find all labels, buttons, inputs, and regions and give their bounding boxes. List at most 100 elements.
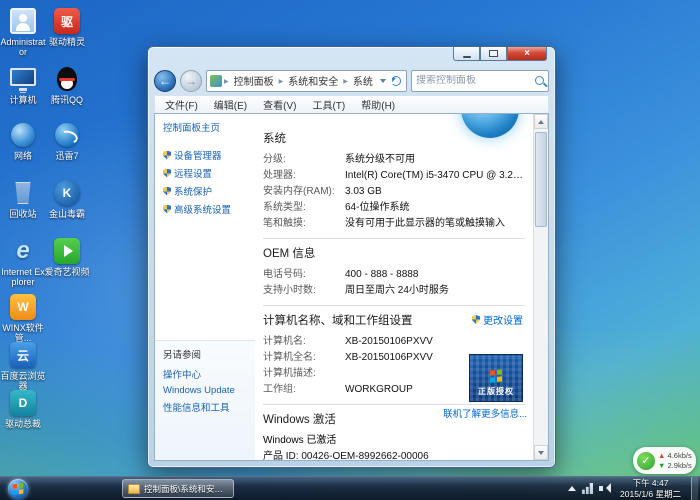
download-arrow-icon: ▼	[658, 461, 665, 470]
back-button[interactable]: ←	[154, 70, 176, 92]
hidden-icons-arrow-icon[interactable]	[568, 486, 576, 491]
sidebar-item-advanced-settings[interactable]: 高级系统设置	[163, 202, 255, 216]
desktop-icon-driver-genius[interactable]: 驱 驱动精灵	[44, 6, 90, 47]
sidebar: 控制面板主页 设备管理器 远程设置 系统保护	[155, 114, 255, 460]
qq-penguin-icon	[57, 67, 77, 91]
sidebar-item-device-manager[interactable]: 设备管理器	[163, 148, 255, 162]
video-play-icon	[54, 238, 80, 264]
network-tray-icon[interactable]	[582, 483, 593, 494]
sidebar-item-performance-tools[interactable]: 性能信息和工具	[163, 400, 255, 414]
menu-tools[interactable]: 工具(T)	[304, 97, 353, 112]
desktop-icon-label: 腾讯QQ	[44, 95, 90, 105]
forward-button[interactable]: →	[180, 70, 202, 92]
row-label: 工作组:	[263, 382, 345, 398]
desktop-icon-administrator[interactable]: Administrator	[0, 6, 46, 58]
change-settings-label: 更改设置	[483, 312, 523, 327]
desktop: Administrator 驱 驱动精灵 计算机 腾讯QQ 网络 迅雷7 回收站…	[0, 0, 700, 500]
row-ram: 安装内存(RAM): 3.03 GB	[263, 184, 525, 200]
scroll-up-button[interactable]	[534, 114, 548, 129]
close-button[interactable]: ×	[507, 47, 547, 61]
speed-readout: ▲ 4.6kb/s ▼ 2.9kb/s	[658, 451, 692, 471]
desktop-icon-baidu-browser[interactable]: 云 百度云浏览器	[0, 340, 46, 392]
search-input[interactable]	[416, 75, 526, 86]
sidebar-item-remote-settings[interactable]: 远程设置	[163, 166, 255, 180]
row-label: 计算机描述:	[263, 366, 345, 382]
minimize-icon	[463, 56, 471, 58]
row-value: XB-20150106PXVV	[345, 334, 433, 350]
scroll-down-icon	[538, 451, 544, 455]
volume-tray-icon[interactable]	[599, 483, 610, 494]
upload-arrow-icon: ▲	[658, 451, 665, 460]
genuine-badge-label: 正版授权	[478, 386, 514, 397]
show-desktop-button[interactable]	[691, 477, 698, 500]
learn-more-link[interactable]: 联机了解更多信息...	[443, 406, 527, 420]
taskbar-window-label: 控制面板\系统和安全\系统	[144, 483, 228, 495]
desktop-icon-ie[interactable]: e Internet Explorer	[0, 236, 46, 288]
row-value: WORKGROUP	[345, 382, 413, 398]
row-product-id: 产品 ID: 00426-OEM-8992662-00006	[263, 449, 525, 460]
search-icon[interactable]	[535, 76, 544, 85]
start-button[interactable]	[8, 479, 28, 499]
address-dropdown-icon[interactable]	[380, 79, 386, 83]
desktop-icon-label: 驱动精灵	[44, 37, 90, 47]
menu-help[interactable]: 帮助(H)	[353, 97, 403, 112]
sidebar-item-action-center[interactable]: 操作中心	[163, 367, 255, 381]
recycle-bin-icon	[14, 182, 32, 204]
scrollbar-thumb[interactable]	[535, 132, 547, 227]
sidebar-item-system-protection[interactable]: 系统保护	[163, 184, 255, 198]
maximize-button[interactable]	[480, 47, 507, 61]
computer-icon	[10, 68, 36, 86]
see-also-section: 另请参阅 操作中心 Windows Update 性能信息和工具	[155, 340, 255, 460]
desktop-icon-thunder[interactable]: 迅雷7	[44, 120, 90, 161]
maximize-icon	[489, 50, 498, 57]
sidebar-item-control-panel-home[interactable]: 控制面板主页	[163, 120, 255, 134]
desktop-icon-winx[interactable]: W WINX软件管...	[0, 292, 46, 344]
desktop-icon-recycle-bin[interactable]: 回收站	[0, 178, 46, 219]
menu-file[interactable]: 文件(F)	[157, 97, 206, 112]
genuine-windows-badge[interactable]: 正版授权	[469, 354, 523, 402]
sidebar-item-label: 设备管理器	[174, 148, 222, 162]
vertical-scrollbar[interactable]	[533, 114, 548, 460]
address-bar[interactable]: 控制面板 系统和安全 系统	[206, 70, 407, 92]
menu-edit[interactable]: 编辑(E)	[206, 97, 255, 112]
desktop-icon-qq[interactable]: 腾讯QQ	[44, 64, 90, 105]
sidebar-item-label: 高级系统设置	[174, 202, 231, 216]
uac-shield-icon	[163, 169, 171, 178]
row-label: 笔和触摸:	[263, 216, 345, 232]
control-panel-icon	[210, 75, 222, 87]
uac-shield-icon	[472, 315, 480, 324]
row-support-hours: 支持小时数: 周日至周六 24小时服务	[263, 283, 525, 299]
desktop-icon-network[interactable]: 网络	[0, 120, 46, 161]
refresh-icon[interactable]	[391, 76, 401, 86]
breadcrumb-system-security[interactable]: 系统和安全	[285, 72, 341, 89]
network-globe-icon	[11, 123, 35, 147]
row-computer-name: 计算机名: XB-20150106PXVV	[263, 334, 525, 350]
desktop-icon-kingsoft[interactable]: K 金山毒霸	[44, 178, 90, 219]
row-phone: 电话号码: 400 - 888 - 8888	[263, 267, 525, 283]
row-value: 400 - 888 - 8888	[345, 267, 418, 283]
sidebar-item-windows-update[interactable]: Windows Update	[163, 385, 255, 396]
desktop-icon-label: 计算机	[0, 95, 46, 105]
rating-link[interactable]: 系统分级不可用	[345, 152, 415, 168]
row-pen-touch: 笔和触摸: 没有可用于此显示器的笔或触摸输入	[263, 216, 525, 232]
row-value: Intel(R) Core(TM) i5-3470 CPU @ 3.20GHz …	[345, 168, 525, 184]
row-label: 安装内存(RAM):	[263, 184, 345, 200]
breadcrumb-system[interactable]: 系统	[350, 72, 376, 89]
search-box	[411, 70, 549, 92]
desktop-icon-driver-president[interactable]: D 驱动总裁	[0, 388, 46, 429]
browser-icon: 云	[10, 342, 36, 368]
change-settings-link[interactable]: 更改设置	[472, 312, 523, 327]
net-speed-widget[interactable]: ✓ ▲ 4.6kb/s ▼ 2.9kb/s	[633, 447, 696, 474]
tray-clock[interactable]: 下午 4:47 2015/1/6 星期二	[616, 478, 685, 499]
row-value: 64-位操作系统	[345, 200, 409, 216]
tray-date: 2015/1/6 星期二	[620, 489, 681, 500]
breadcrumb-control-panel[interactable]: 控制面板	[231, 72, 277, 89]
desktop-icon-computer[interactable]: 计算机	[0, 64, 46, 105]
taskbar-window-button[interactable]: 控制面板\系统和安全\系统	[122, 479, 234, 498]
scroll-down-button[interactable]	[534, 445, 548, 460]
menu-view[interactable]: 查看(V)	[255, 97, 304, 112]
minimize-button[interactable]	[453, 47, 480, 61]
close-icon: ×	[524, 48, 530, 59]
desktop-icon-iqiyi[interactable]: 爱奇艺视频	[44, 236, 90, 277]
window-controls: ×	[453, 47, 547, 61]
